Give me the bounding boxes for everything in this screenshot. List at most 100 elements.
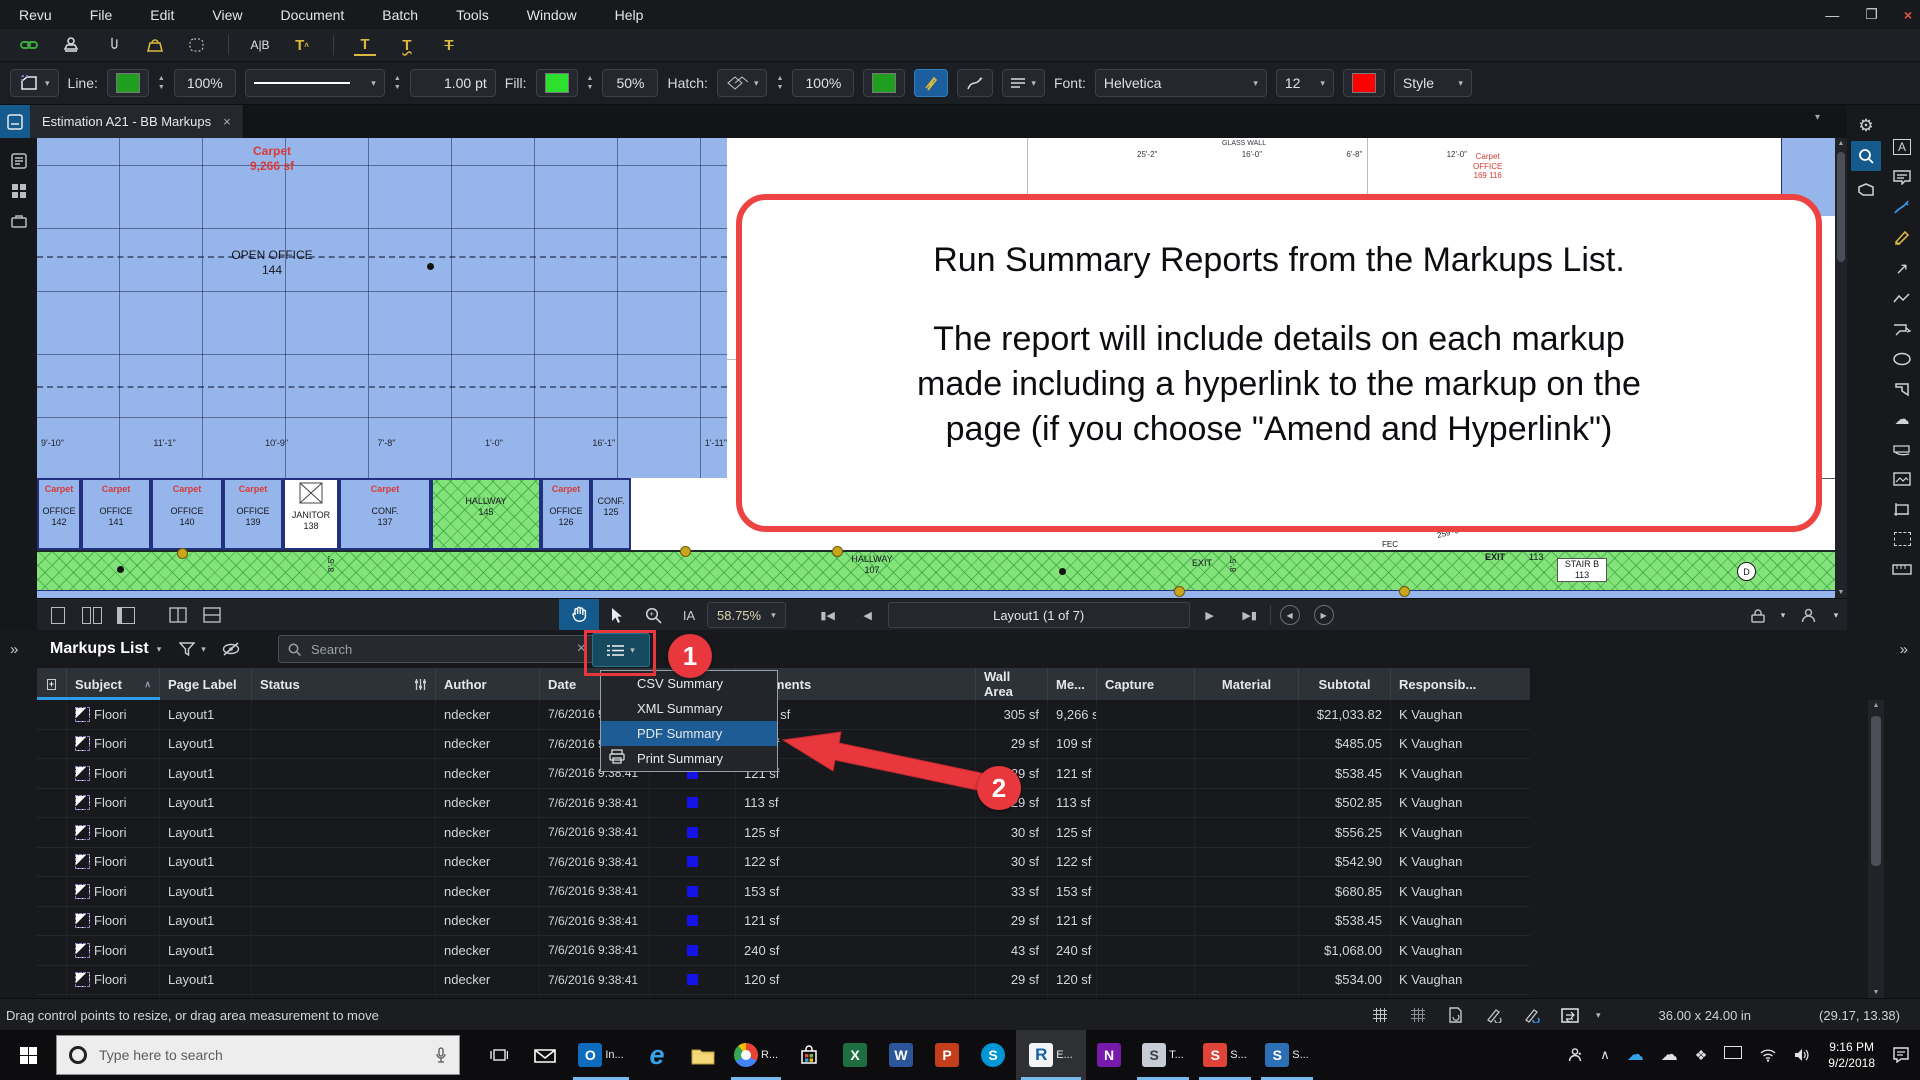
table-row[interactable]: Floori Layout1 ndecker 7/6/2016 9:38:41 … [37, 936, 1530, 966]
taskbar-search-input[interactable] [97, 1046, 425, 1064]
onedrive-icon[interactable]: ☁ [1627, 1045, 1644, 1065]
pen-tool-icon[interactable] [1887, 193, 1917, 221]
scrollbar-thumb[interactable] [1837, 152, 1845, 262]
select-tool-icon[interactable] [599, 599, 635, 631]
image-tool-icon[interactable] [1887, 465, 1917, 493]
edge-app-icon[interactable]: e [634, 1030, 680, 1080]
row-expand-cell[interactable] [37, 877, 67, 906]
control-point[interactable] [680, 546, 691, 557]
onenote-app-icon[interactable]: N [1086, 1030, 1132, 1080]
smartsheet-blue-app-icon[interactable]: SS... [1256, 1030, 1318, 1080]
highlight-pen-button[interactable] [914, 69, 948, 97]
line-style-select[interactable]: ▾ [245, 69, 385, 97]
split-horizontal-icon[interactable] [195, 599, 229, 631]
row-expand-cell[interactable] [37, 759, 67, 788]
hide-markups-icon[interactable] [222, 642, 240, 656]
snap-grid-icon[interactable] [1406, 1005, 1430, 1025]
previous-view-icon[interactable]: ◀ [1271, 599, 1309, 631]
outlook-app-icon[interactable]: OIn... [568, 1030, 634, 1080]
room-office-140[interactable]: CarpetOFFICE 140 [151, 478, 223, 550]
room-office-141[interactable]: CarpetOFFICE 141 [81, 478, 151, 550]
menu-item[interactable]: Help [596, 7, 663, 23]
room-hallway-145[interactable]: HALLWAY 145 [431, 478, 541, 550]
table-row[interactable]: Floori Layout1 ndecker 7/6/2016 9:38:41 … [37, 848, 1530, 878]
menu-item[interactable]: Window [508, 7, 596, 23]
row-expand-cell[interactable] [37, 730, 67, 759]
control-point[interactable] [177, 548, 188, 559]
arrow-tool-icon[interactable]: ↗ [1887, 255, 1917, 283]
row-expand-cell[interactable] [37, 966, 67, 995]
user-dropdown-icon[interactable]: ▾ [1825, 599, 1847, 631]
tab-overflow-icon[interactable]: ▾ [1815, 112, 1820, 123]
minimize-button[interactable]: — [1825, 7, 1839, 23]
snapshot-tool-icon[interactable] [1887, 525, 1917, 553]
column-header-subject[interactable]: Subject∧ [67, 668, 160, 700]
action-center-icon[interactable] [1892, 1047, 1910, 1063]
thumbnails-panel-icon[interactable] [0, 176, 37, 206]
canvas-vertical-scrollbar[interactable]: ▲ ▼ [1835, 138, 1847, 598]
room-conf-137[interactable]: CarpetCONF. 137 [339, 478, 431, 550]
settings-gear-icon[interactable]: ⚙ [1851, 111, 1881, 141]
maximize-button[interactable]: ❐ [1865, 6, 1878, 23]
line-opacity-stepper[interactable]: ▲▼ [158, 75, 165, 91]
taskbar-search[interactable] [56, 1035, 460, 1075]
start-button[interactable] [0, 1030, 56, 1080]
menu-item[interactable]: Revu [0, 7, 71, 23]
store-app-icon[interactable] [786, 1030, 832, 1080]
search-panel-icon[interactable] [1851, 141, 1881, 171]
word-app-icon[interactable]: W [878, 1030, 924, 1080]
display-icon[interactable] [1724, 1046, 1742, 1064]
column-header-material[interactable]: Material [1195, 668, 1299, 700]
menu-item[interactable]: View [193, 7, 261, 23]
next-view-icon[interactable]: ▶ [1309, 599, 1339, 631]
redo-markup-icon[interactable] [1520, 1005, 1544, 1025]
powerpoint-app-icon[interactable]: P [924, 1030, 970, 1080]
properties-panel-icon[interactable] [1851, 175, 1881, 205]
drawing-canvas[interactable]: Carpet 9,266 sf OPEN OFFICE 144 25'-2"16… [37, 138, 1835, 598]
people-icon[interactable] [1567, 1047, 1583, 1063]
room-office-126[interactable]: CarpetOFFICE 126 [541, 478, 591, 550]
dropbox-icon[interactable]: ❖ [1695, 1047, 1708, 1064]
squiggly-underline-icon[interactable]: T [396, 35, 418, 55]
ellipse-tool-icon[interactable] [1887, 345, 1917, 373]
multi-page-view-icon[interactable] [109, 599, 143, 631]
sync-dropdown-icon[interactable]: ▾ [1596, 1010, 1601, 1021]
collapse-panel-icon[interactable]: » [10, 641, 18, 658]
column-header-capture[interactable]: Capture [1097, 668, 1195, 700]
scroll-up-icon[interactable]: ▲ [1835, 140, 1847, 147]
sketchup-app-icon[interactable]: ST... [1132, 1030, 1194, 1080]
dimension-tool-icon[interactable] [1887, 435, 1917, 463]
table-row[interactable]: Floori Layout1 ndecker 7/6/2016 9:38:41 … [37, 907, 1530, 937]
menu-item[interactable]: Edit [131, 7, 193, 23]
control-point[interactable] [1174, 586, 1185, 597]
scroll-down-icon[interactable]: ▼ [1835, 589, 1847, 596]
room-office-142[interactable]: CarpetOFFICE 142 [37, 478, 81, 550]
callout-tool-icon[interactable] [1887, 315, 1917, 343]
carpet-area-measurement[interactable] [37, 138, 727, 480]
table-row[interactable]: Floori Layout1 ndecker 7/6/2016 9:38:41 … [37, 818, 1530, 848]
file-access-panel-icon[interactable] [0, 105, 30, 138]
expand-all-icon[interactable]: + [37, 668, 67, 700]
room-conf-125[interactable]: CONF. 125 [591, 478, 631, 550]
row-expand-cell[interactable] [37, 907, 67, 936]
next-page-icon[interactable]: ▶ [1190, 599, 1230, 631]
page-sync-icon[interactable] [1444, 1005, 1468, 1025]
pan-tool-icon[interactable] [559, 599, 599, 631]
row-expand-cell[interactable] [37, 936, 67, 965]
text-insert-icon[interactable]: T˄ [291, 35, 313, 55]
paragraph-align-select[interactable]: ▾ [1002, 69, 1045, 97]
font-color-swatch[interactable] [1343, 69, 1385, 97]
column-header-author[interactable]: Author [436, 668, 540, 700]
line-opacity-value[interactable]: 100% [174, 69, 236, 97]
microphone-icon[interactable] [435, 1047, 447, 1063]
note-tool-icon[interactable] [1887, 163, 1917, 191]
task-view-icon[interactable] [476, 1030, 522, 1080]
file-explorer-icon[interactable] [680, 1030, 726, 1080]
cloud-sync-icon[interactable]: ☁ [1661, 1045, 1678, 1065]
last-page-icon[interactable]: ▶▮ [1230, 599, 1270, 631]
column-header-status[interactable]: Status [252, 668, 436, 700]
split-vertical-icon[interactable] [161, 599, 195, 631]
line-width-stepper[interactable]: ▲▼ [394, 75, 401, 91]
scroll-up-icon[interactable]: ▲ [1868, 702, 1884, 709]
smartsheet-red-app-icon[interactable]: SS... [1194, 1030, 1256, 1080]
